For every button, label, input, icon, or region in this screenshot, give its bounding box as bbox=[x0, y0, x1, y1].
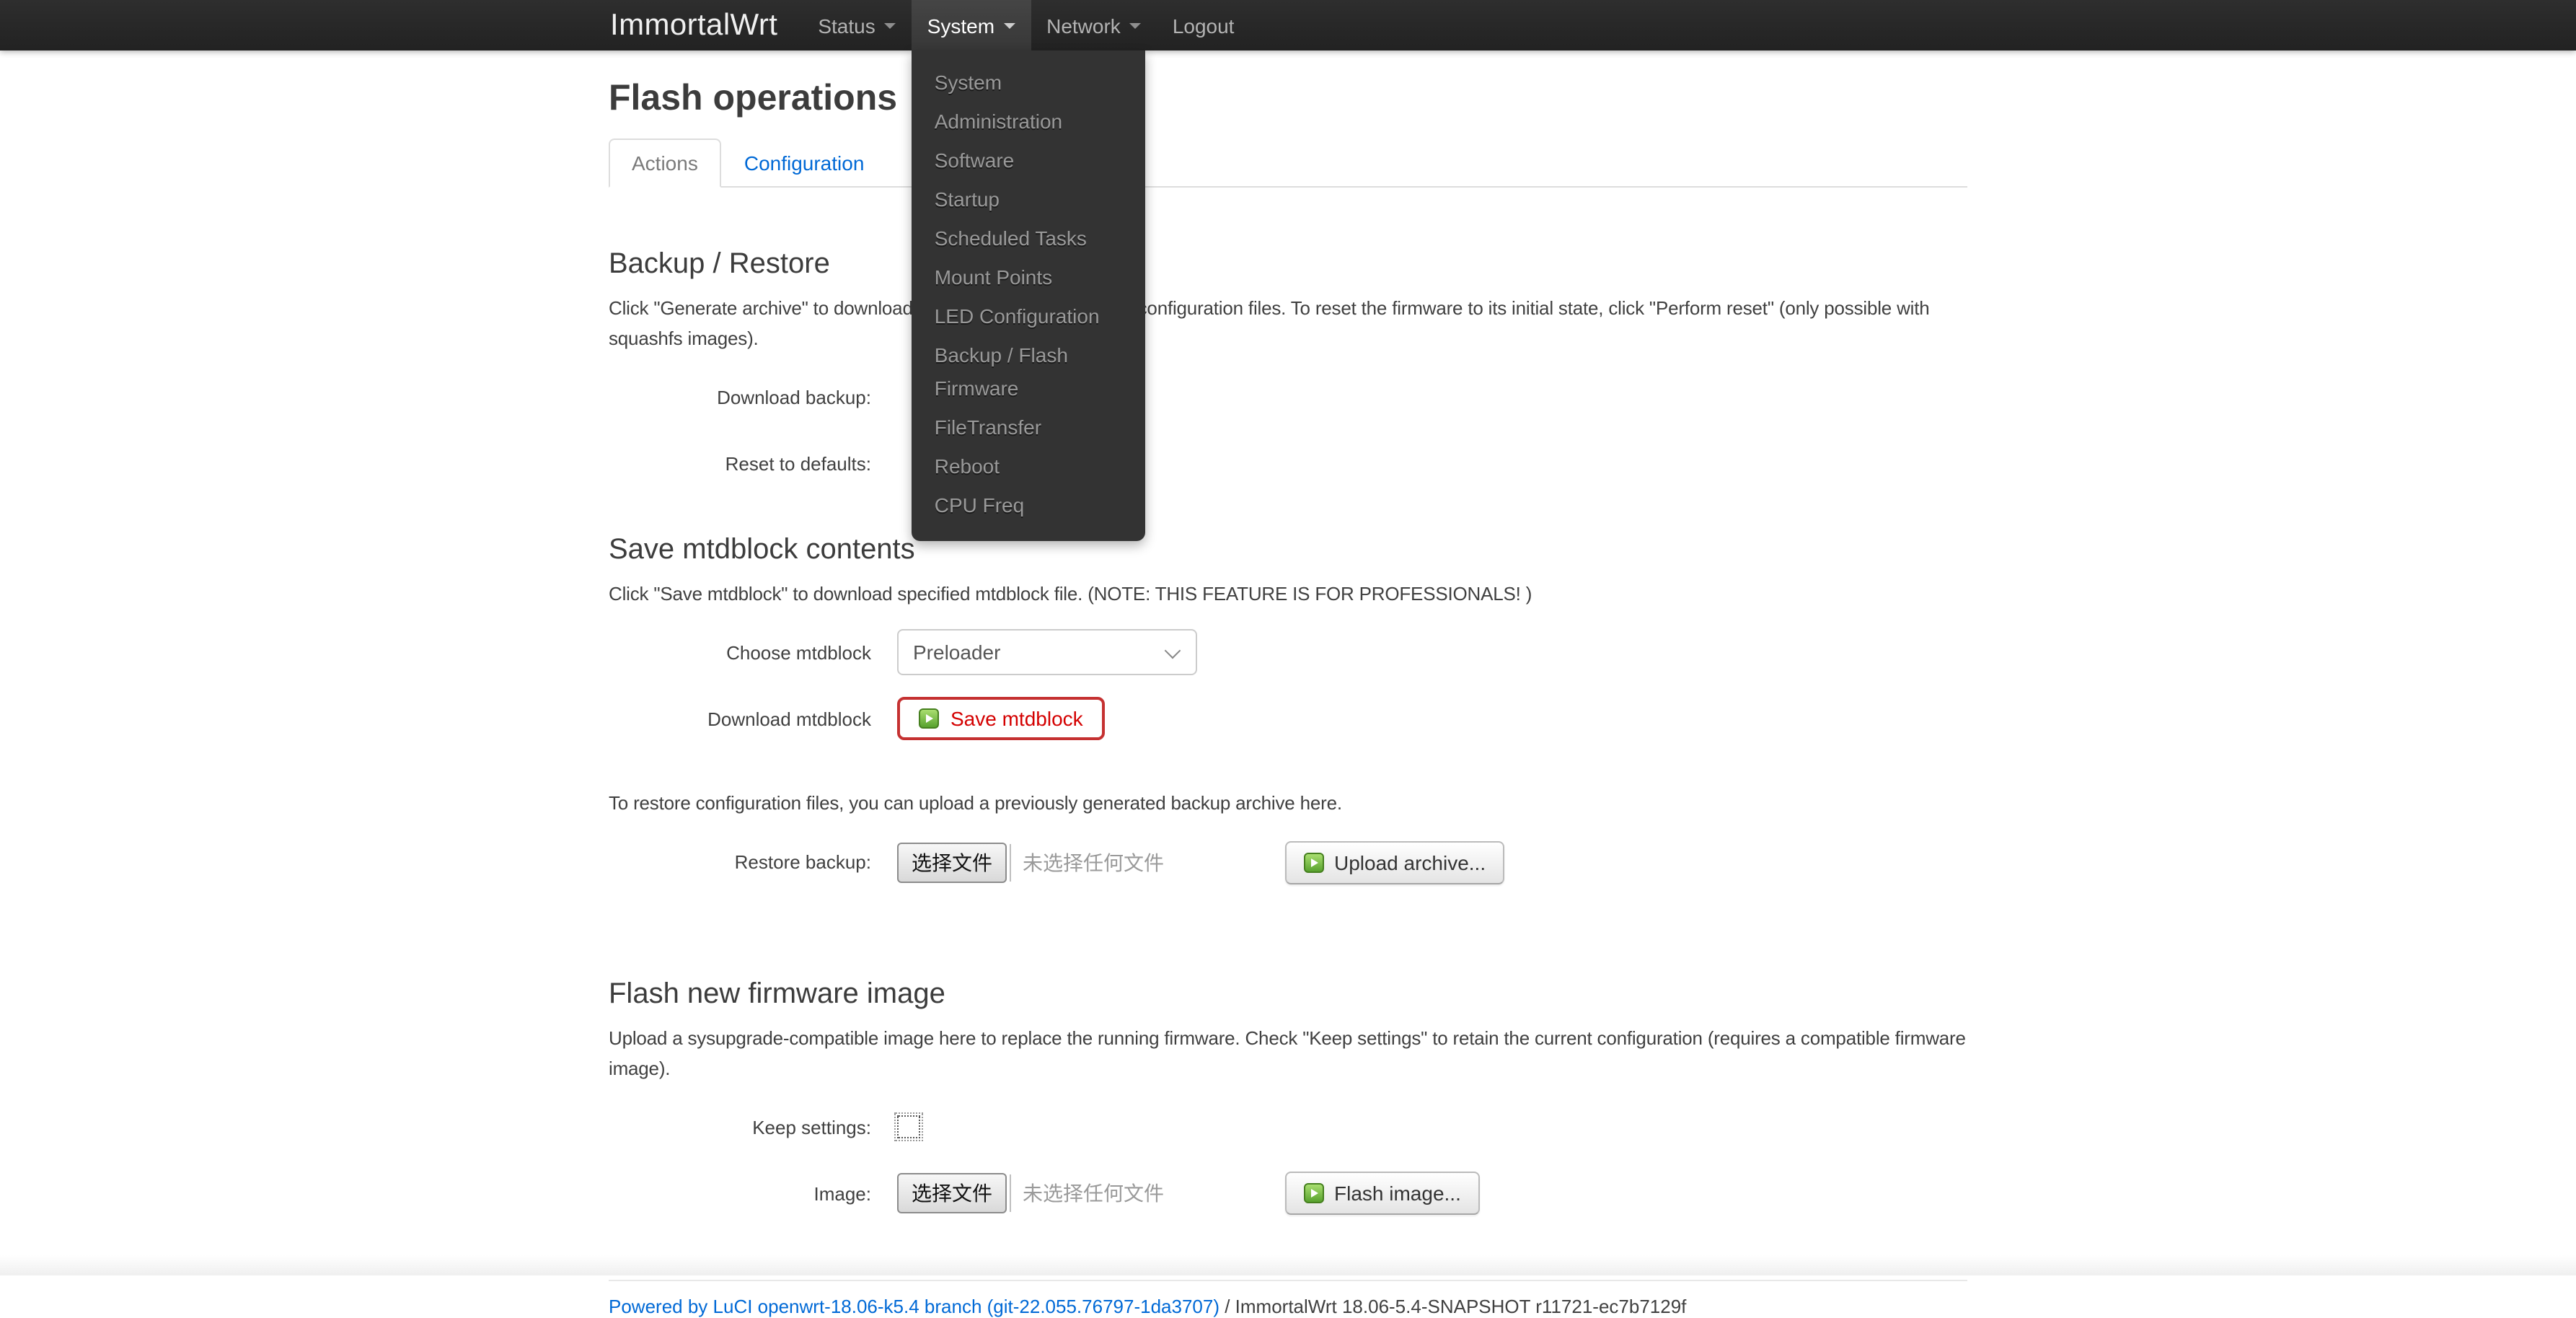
flash-description: Upload a sysupgrade-compatible image her… bbox=[609, 1022, 1967, 1084]
dropdown-item-administration[interactable]: Administration bbox=[912, 102, 1145, 141]
flash-image-button-label: Flash image... bbox=[1334, 1182, 1461, 1205]
apply-icon bbox=[1304, 1184, 1324, 1204]
luci-page: ImmortalWrt Status System System Adminis… bbox=[0, 0, 2576, 1275]
dropdown-item-software[interactable]: Software bbox=[912, 141, 1145, 180]
backup-restore-description: Click "Generate archive" to download a t… bbox=[609, 293, 1967, 355]
file-input-divider bbox=[1010, 1175, 1011, 1213]
nav-label-system: System bbox=[927, 14, 994, 37]
dropdown-item-cpu-freq[interactable]: CPU Freq bbox=[912, 486, 1145, 525]
chevron-down-icon bbox=[884, 22, 896, 28]
choose-mtdblock-row: Choose mtdblock Preloader bbox=[609, 629, 1967, 675]
section-flash-firmware: Flash new firmware image Upload a sysupg… bbox=[609, 975, 1967, 1217]
keep-settings-label: Keep settings: bbox=[609, 1117, 871, 1138]
nav-label-network: Network bbox=[1046, 14, 1121, 37]
restore-backup-row: Restore backup: 选择文件 未选择任何文件 Upload arch… bbox=[609, 839, 1967, 885]
dropdown-item-reboot[interactable]: Reboot bbox=[912, 447, 1145, 486]
page-content: Flash operations Actions Configuration B… bbox=[609, 78, 1967, 1318]
reset-defaults-label: Reset to defaults: bbox=[609, 453, 871, 475]
navbar: ImmortalWrt Status System System Adminis… bbox=[0, 0, 2576, 50]
save-mtdblock-button[interactable]: Save mtdblock bbox=[897, 697, 1105, 740]
upload-archive-button[interactable]: Upload archive... bbox=[1285, 840, 1504, 884]
main-menu: Status System System Administration Soft… bbox=[802, 0, 1250, 50]
image-row: Image: 选择文件 未选择任何文件 Flash image... bbox=[609, 1171, 1967, 1217]
choose-file-button[interactable]: 选择文件 bbox=[897, 842, 1007, 882]
mtdblock-select[interactable]: Preloader bbox=[897, 629, 1197, 675]
system-dropdown-menu: System Administration Software Startup S… bbox=[912, 50, 1145, 541]
nav-item-system[interactable]: System System Administration Software St… bbox=[912, 0, 1031, 50]
footer-divider bbox=[609, 1280, 1967, 1282]
file-status-text: 未选择任何文件 bbox=[1023, 1179, 1164, 1208]
section-save-mtdblock: Save mtdblock contents Click "Save mtdbl… bbox=[609, 530, 1967, 742]
nav-item-status[interactable]: Status bbox=[802, 0, 911, 50]
upload-archive-button-label: Upload archive... bbox=[1334, 851, 1486, 874]
download-backup-label: Download backup: bbox=[609, 387, 871, 408]
download-backup-row: Download backup: bbox=[609, 374, 1967, 421]
chevron-down-icon bbox=[1129, 22, 1141, 28]
tab-bar: Actions Configuration bbox=[609, 139, 1967, 188]
dropdown-item-led-configuration[interactable]: LED Configuration bbox=[912, 297, 1145, 336]
choose-mtdblock-label: Choose mtdblock bbox=[609, 641, 871, 663]
mtdblock-heading: Save mtdblock contents bbox=[609, 530, 1967, 568]
keep-settings-checkbox[interactable] bbox=[897, 1116, 920, 1139]
file-input-divider bbox=[1010, 843, 1011, 881]
chevron-down-icon bbox=[1003, 22, 1015, 28]
dropdown-item-system[interactable]: System bbox=[912, 63, 1145, 102]
nav-item-logout[interactable]: Logout bbox=[1157, 0, 1250, 50]
dropdown-item-scheduled-tasks[interactable]: Scheduled Tasks bbox=[912, 219, 1145, 258]
chevron-down-icon bbox=[1165, 642, 1181, 659]
nav-label-status: Status bbox=[818, 14, 875, 37]
page-title: Flash operations bbox=[609, 78, 1967, 120]
mtdblock-select-value: Preloader bbox=[913, 641, 1000, 664]
save-mtdblock-button-label: Save mtdblock bbox=[950, 707, 1083, 730]
file-status-text: 未选择任何文件 bbox=[1023, 848, 1164, 877]
flash-heading: Flash new firmware image bbox=[609, 975, 1967, 1012]
powered-by-link[interactable]: Powered by LuCI openwrt-18.06-k5.4 branc… bbox=[609, 1296, 1219, 1318]
restore-description: To restore configuration files, you can … bbox=[609, 788, 1967, 819]
navbar-container: ImmortalWrt Status System System Adminis… bbox=[610, 0, 1966, 50]
tab-actions[interactable]: Actions bbox=[609, 139, 721, 188]
dropdown-item-backup-flash-firmware[interactable]: Backup / Flash Firmware bbox=[912, 336, 1145, 408]
apply-icon bbox=[919, 708, 939, 729]
reset-defaults-row: Reset to defaults: bbox=[609, 441, 1967, 487]
tab-configuration[interactable]: Configuration bbox=[721, 139, 888, 188]
brand-logo[interactable]: ImmortalWrt bbox=[610, 0, 777, 50]
download-mtdblock-label: Download mtdblock bbox=[609, 708, 871, 729]
apply-icon bbox=[1304, 852, 1324, 872]
footer-version-text: / ImmortalWrt 18.06-5.4-SNAPSHOT r11721-… bbox=[1219, 1296, 1686, 1318]
nav-label-logout: Logout bbox=[1173, 14, 1235, 37]
mtdblock-description: Click "Save mtdblock" to download specif… bbox=[609, 578, 1967, 609]
dropdown-item-mount-points[interactable]: Mount Points bbox=[912, 258, 1145, 297]
download-mtdblock-row: Download mtdblock Save mtdblock bbox=[609, 695, 1967, 742]
choose-file-button[interactable]: 选择文件 bbox=[897, 1174, 1007, 1214]
dropdown-item-filetransfer[interactable]: FileTransfer bbox=[912, 408, 1145, 447]
bottom-fade bbox=[0, 1255, 2576, 1275]
image-label: Image: bbox=[609, 1183, 871, 1205]
backup-restore-heading: Backup / Restore bbox=[609, 245, 1967, 283]
footer: Powered by LuCI openwrt-18.06-k5.4 branc… bbox=[609, 1296, 1967, 1318]
image-file-input: 选择文件 未选择任何文件 bbox=[897, 1174, 1164, 1214]
dropdown-item-startup[interactable]: Startup bbox=[912, 180, 1145, 219]
nav-item-network[interactable]: Network bbox=[1031, 0, 1157, 50]
restore-backup-label: Restore backup: bbox=[609, 851, 871, 873]
keep-settings-row: Keep settings: bbox=[609, 1104, 1967, 1151]
section-backup-restore: Backup / Restore Click "Generate archive… bbox=[609, 245, 1967, 488]
restore-file-input: 选择文件 未选择任何文件 bbox=[897, 842, 1164, 882]
flash-image-button[interactable]: Flash image... bbox=[1285, 1172, 1480, 1216]
